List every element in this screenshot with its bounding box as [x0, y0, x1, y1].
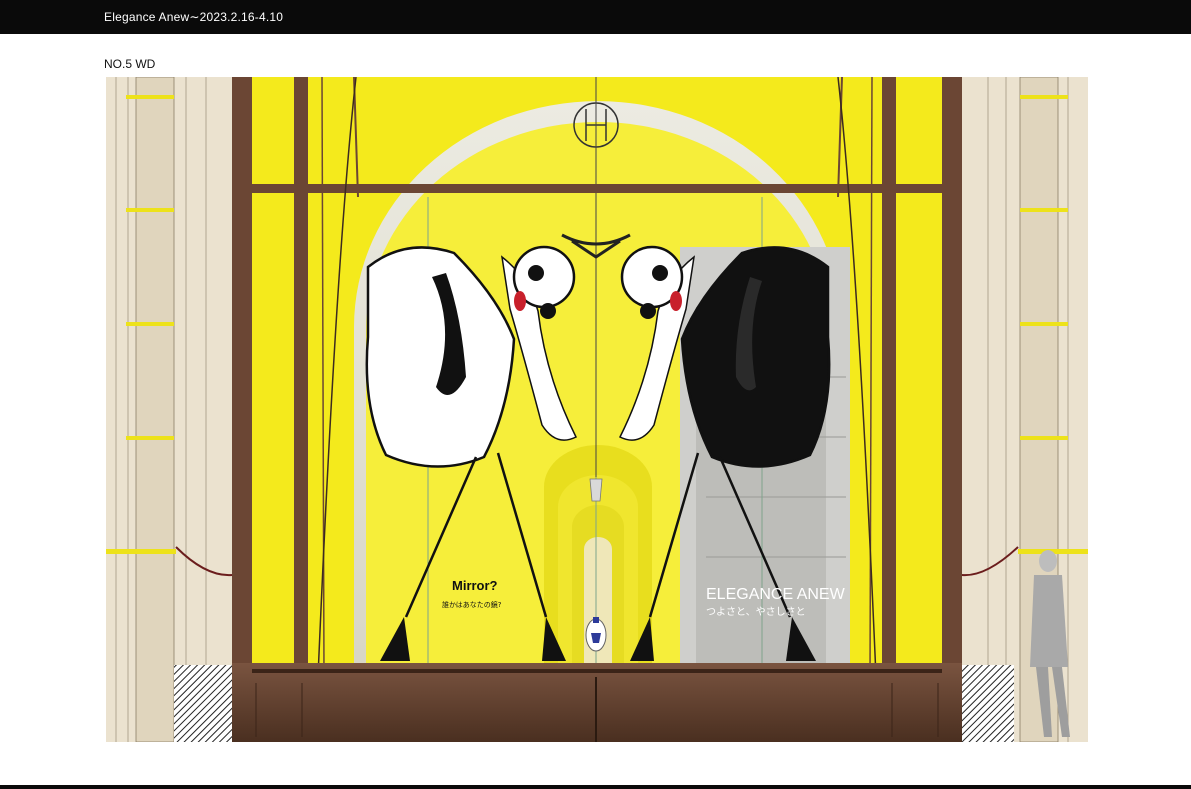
- mirror-title: Mirror?: [452, 578, 498, 593]
- facade-right: [958, 77, 1088, 742]
- window-display-drawing: Mirror? 誰かはあなたの鏡? ELEGANCE ANEW つよさと、やさし…: [106, 77, 1088, 742]
- elegance-subtitle: つよさと、やさしさと: [706, 606, 806, 618]
- header-bar: Elegance Anew∼2023.2.16-4.10: [0, 0, 1191, 34]
- window-base: [232, 663, 962, 742]
- drawing-label: NO.5 WD: [104, 57, 156, 71]
- footer-rule: [0, 785, 1191, 789]
- header-title: Elegance Anew∼2023.2.16-4.10: [104, 10, 284, 24]
- mirror-subtitle: 誰かはあなたの鏡?: [442, 600, 502, 609]
- window-interior: [232, 77, 962, 677]
- elegance-title: ELEGANCE ANEW: [706, 586, 846, 603]
- facade-left: [106, 77, 236, 742]
